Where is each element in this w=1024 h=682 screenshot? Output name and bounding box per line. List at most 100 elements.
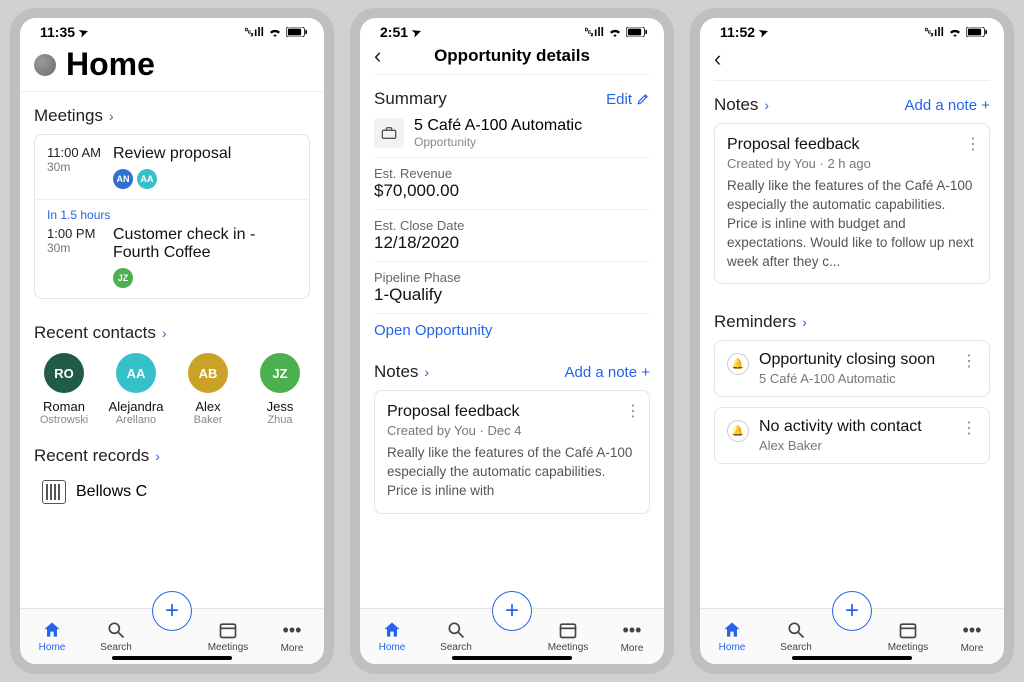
- status-time: 11:52: [720, 24, 755, 40]
- chevron-right-icon: ›: [424, 364, 429, 380]
- tab-more[interactable]: ••• More: [604, 620, 660, 654]
- contact-item[interactable]: RO Roman Ostrowski: [34, 353, 94, 426]
- more-icon: •••: [623, 620, 642, 641]
- home-indicator: [792, 656, 912, 660]
- more-icon[interactable]: ⋮: [965, 134, 981, 154]
- opportunity-header: 5 Café A-100 Automatic Opportunity: [374, 117, 650, 157]
- notes-header[interactable]: Notes ›: [714, 95, 769, 115]
- location-arrow-icon: ➤: [77, 24, 90, 39]
- notes-header[interactable]: Notes ›: [374, 362, 429, 382]
- contact-item[interactable]: JZ Jess Zhua: [250, 353, 310, 426]
- status-bar: 11:52 ➤ ␒ıll: [700, 18, 1004, 42]
- add-note-button[interactable]: Add a note +: [905, 97, 991, 114]
- account-icon: [42, 480, 66, 504]
- tab-meetings[interactable]: Meetings: [200, 620, 256, 653]
- tab-search[interactable]: Search: [428, 620, 484, 653]
- signal-icon: ␒ıll: [924, 25, 944, 40]
- wifi-icon: [268, 27, 282, 37]
- phone-home: 11:35 ➤ ␒ıll Home Meetings › 11:00 AM 30…: [10, 8, 334, 674]
- note-body: Really like the features of the Café A-1…: [727, 177, 977, 271]
- recent-contacts-header[interactable]: Recent contacts ›: [34, 323, 167, 343]
- briefcase-icon: [374, 118, 404, 148]
- contact-avatar: AB: [188, 353, 228, 393]
- tab-home[interactable]: Home: [704, 620, 760, 653]
- tab-meetings[interactable]: Meetings: [540, 620, 596, 653]
- reminder-card[interactable]: 🔔 Opportunity closing soon 5 Café A-100 …: [714, 340, 990, 397]
- more-icon[interactable]: ⋮: [961, 418, 977, 438]
- home-indicator: [452, 656, 572, 660]
- record-item[interactable]: Bellows C: [34, 474, 310, 510]
- recent-records-header[interactable]: Recent records ›: [34, 446, 160, 466]
- meeting-card-1[interactable]: 11:00 AM 30m Review proposal AN AA In 1.…: [34, 134, 310, 299]
- edit-button[interactable]: Edit: [606, 91, 650, 108]
- tab-more[interactable]: ••• More: [944, 620, 1000, 654]
- more-icon[interactable]: ⋮: [961, 351, 977, 371]
- status-icons: ␒ıll: [244, 25, 308, 40]
- phone-notes-reminders: 11:52 ➤ ␒ıll ‹ Notes › Add a note + ⋮ Pr…: [690, 8, 1014, 674]
- tab-home[interactable]: Home: [364, 620, 420, 653]
- attendee-avatars: AN AA: [113, 169, 297, 189]
- tab-search[interactable]: Search: [768, 620, 824, 653]
- reminder-subtitle: Alex Baker: [759, 438, 951, 453]
- signal-icon: ␒ıll: [584, 25, 604, 40]
- relative-time-label: In 1.5 hours: [35, 200, 309, 222]
- note-meta: Created by You · Dec 4: [387, 423, 637, 438]
- tab-home[interactable]: Home: [24, 620, 80, 653]
- search-icon: [446, 620, 466, 640]
- signal-icon: ␒ıll: [244, 25, 264, 40]
- back-button[interactable]: ‹: [714, 46, 721, 72]
- status-icons: ␒ıll: [584, 25, 648, 40]
- tab-search[interactable]: Search: [88, 620, 144, 653]
- note-body: Really like the features of the Café A-1…: [387, 444, 637, 501]
- more-icon[interactable]: ⋮: [625, 401, 641, 421]
- home-icon: [722, 620, 742, 640]
- header-title: Opportunity details: [434, 46, 590, 66]
- note-meta: Created by You · 2 h ago: [727, 156, 977, 171]
- note-card[interactable]: ⋮ Proposal feedback Created by You · 2 h…: [714, 123, 990, 284]
- meetings-header[interactable]: Meetings ›: [34, 106, 114, 126]
- meeting-time: 11:00 AM: [47, 145, 103, 160]
- contact-avatar: RO: [44, 353, 84, 393]
- recent-contacts-list: RO Roman Ostrowski AA Alejandra Arellano…: [34, 351, 310, 432]
- back-button[interactable]: ‹: [374, 43, 381, 69]
- battery-icon: [966, 27, 988, 37]
- est-revenue-label: Est. Revenue: [374, 166, 650, 181]
- est-close-value: 12/18/2020: [374, 233, 650, 253]
- chevron-right-icon: ›: [109, 108, 114, 124]
- avatar-placeholder[interactable]: [34, 54, 56, 76]
- bell-icon: 🔔: [727, 420, 749, 442]
- calendar-icon: [558, 620, 578, 640]
- pipeline-value: 1-Qualify: [374, 285, 650, 305]
- page-title: Home: [66, 46, 155, 83]
- location-arrow-icon: ➤: [757, 24, 770, 39]
- contact-item[interactable]: AA Alejandra Arellano: [106, 353, 166, 426]
- note-card[interactable]: ⋮ Proposal feedback Created by You · Dec…: [374, 390, 650, 514]
- contact-item[interactable]: AB Alex Baker: [178, 353, 238, 426]
- more-icon: •••: [283, 620, 302, 641]
- status-icons: ␒ıll: [924, 25, 988, 40]
- meeting-time: 1:00 PM: [47, 226, 103, 241]
- open-opportunity-link[interactable]: Open Opportunity: [374, 322, 650, 339]
- avatar-an: AN: [113, 169, 133, 189]
- battery-icon: [286, 27, 308, 37]
- tab-more[interactable]: ••• More: [264, 620, 320, 654]
- reminder-card[interactable]: 🔔 No activity with contact Alex Baker ⋮: [714, 407, 990, 464]
- wifi-icon: [608, 27, 622, 37]
- pipeline-label: Pipeline Phase: [374, 270, 650, 285]
- note-title: Proposal feedback: [727, 136, 977, 154]
- search-icon: [106, 620, 126, 640]
- fab-new[interactable]: +: [492, 591, 532, 631]
- status-time: 11:35: [40, 24, 75, 40]
- contact-avatar: JZ: [260, 353, 300, 393]
- status-time: 2:51: [380, 24, 408, 40]
- record-name: Bellows C: [76, 483, 147, 501]
- summary-label: Summary: [374, 89, 447, 109]
- tab-meetings[interactable]: Meetings: [880, 620, 936, 653]
- add-note-button[interactable]: Add a note +: [565, 364, 651, 381]
- fab-new[interactable]: +: [832, 591, 872, 631]
- reminder-subtitle: 5 Café A-100 Automatic: [759, 371, 951, 386]
- calendar-icon: [218, 620, 238, 640]
- fab-new[interactable]: +: [152, 591, 192, 631]
- reminders-header[interactable]: Reminders ›: [714, 312, 807, 332]
- chevron-right-icon: ›: [764, 97, 769, 113]
